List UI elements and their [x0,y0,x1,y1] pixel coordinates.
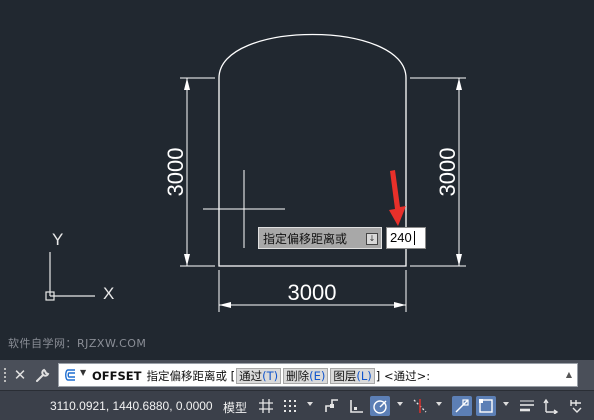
object-snap-icon[interactable] [476,396,496,416]
ucs-axis-icon [45,252,95,301]
model-tab-button[interactable]: 模型 [223,399,247,416]
red-arrow-annotation [389,170,406,226]
bottom-dimension-text: 3000 [288,280,337,305]
left-dimension-text: 3000 [163,148,188,197]
selection-cycling-icon[interactable] [566,396,586,416]
drag-grip-icon[interactable] [2,366,8,384]
option-layer[interactable]: 图层(L) [330,368,375,384]
polar-tracking-icon[interactable] [370,396,390,416]
download-arrow-icon[interactable]: ↓ [366,233,378,245]
right-dimension-text: 3000 [435,148,460,197]
snap-dots-icon[interactable] [280,396,300,416]
command-input[interactable]: ▼ OFFSET 指定偏移距离或 [通过(T) 删除(E) 图层(L)] <通过>: … [58,363,578,387]
dynamic-input-icon[interactable] [322,396,342,416]
ucs-x-label: X [103,284,114,303]
wrench-icon[interactable] [34,366,52,384]
command-prompt: 指定偏移距离或 [146,369,227,383]
scroll-arrows-icon[interactable]: ▲ [563,366,575,384]
tracking-dropdown-caret-icon[interactable] [436,402,442,406]
coordinates-readout: 3110.0921, 1440.6880, 0.0000 [50,399,213,413]
object-snap-tracking-icon[interactable] [410,396,430,416]
close-icon[interactable]: ✕ [11,366,29,384]
command-default: <通过>: [383,369,431,383]
option-layer-key: (L) [356,369,372,383]
chevron-down-icon[interactable]: ▼ [80,368,86,377]
option-erase[interactable]: 删除(E) [283,368,329,384]
option-erase-label: 删除 [286,369,310,383]
watermark-text: 软件自学网：RJZXW.COM [8,337,147,350]
snap-dropdown-caret-icon[interactable] [307,402,313,406]
annotation-scale-icon[interactable] [541,396,561,416]
ucs-y-label: Y [52,230,63,249]
bracket-open: [ [230,369,236,383]
osnap-dropdown-caret-icon[interactable] [503,402,509,406]
lineweight-icon[interactable] [517,396,537,416]
status-bar: 3110.0921, 1440.6880, 0.0000 模型 [0,390,594,420]
polar-dropdown-caret-icon[interactable] [397,402,403,406]
option-through-label: 通过 [239,369,263,383]
offset-distance-input[interactable]: 240 [386,227,426,249]
command-prompt-text: OFFSET 指定偏移距离或 [通过(T) 删除(E) 图层(L)] <通过>: [92,368,430,384]
option-layer-label: 图层 [333,369,357,383]
bracket-close: ] [375,369,381,383]
option-erase-key: (E) [309,369,326,383]
osnap-icon[interactable] [452,396,472,416]
offset-command-icon [65,369,75,381]
option-through[interactable]: 通过(T) [236,368,282,384]
command-name: OFFSET [92,369,142,383]
ortho-mode-icon[interactable] [346,396,366,416]
command-line-bar: ✕ ▼ OFFSET 指定偏移距离或 [通过(T) 删除(E) 图层(L)] <通过>… [0,360,594,390]
cad-application: 3000 3000 3000 Y X 指定偏移距离或 ↓ 240 软件自学网：R… [0,0,594,420]
dynamic-input-tooltip: 指定偏移距离或 ↓ [258,227,382,249]
dynamic-input-prompt: 指定偏移距离或 [263,232,348,246]
drawing-canvas[interactable]: 3000 3000 3000 Y X [0,0,594,360]
option-through-key: (T) [262,369,279,383]
grid-icon[interactable] [256,396,276,416]
